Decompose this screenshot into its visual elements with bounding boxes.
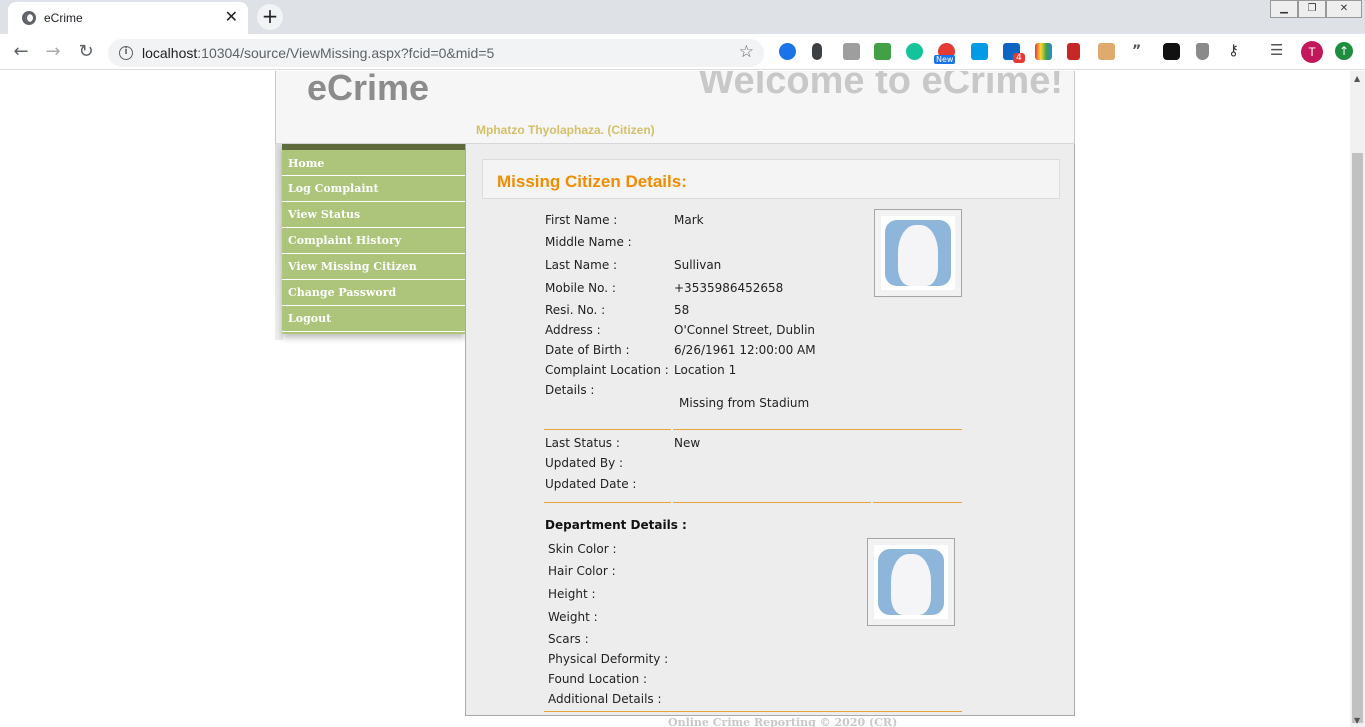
mobile-value: +3535986452658 <box>674 281 784 295</box>
url-text[interactable]: localhost:10304/source/ViewMissing.aspx?… <box>142 45 494 61</box>
site-logo: eCrime <box>307 71 430 108</box>
page-viewport: eCrime Welcome to eCrime! Mphatzo Thyola… <box>0 71 1350 727</box>
browser-tab-strip: eCrime ✕ + ▁ ❐ ✕ <box>0 0 1365 34</box>
details-label: Details : <box>545 383 595 397</box>
rocket-extension-icon[interactable] <box>779 43 796 60</box>
resi-value: 58 <box>674 303 690 317</box>
new-tab-button[interactable]: + <box>257 4 283 30</box>
side-menu: Home Log Complaint View Status Complaint… <box>282 144 465 334</box>
back-icon[interactable]: ← <box>10 41 32 63</box>
menu-complaint-history[interactable]: Complaint History <box>282 228 465 254</box>
panel-header: Missing Citizen Details: <box>482 159 1060 199</box>
first-name-value: Mark <box>674 213 704 227</box>
citizen-photo <box>874 209 962 297</box>
address-label: Address : <box>545 323 601 337</box>
silhouette-icon <box>891 554 931 615</box>
menu-change-password[interactable]: Change Password <box>282 280 465 306</box>
window-extension-icon[interactable] <box>971 43 988 60</box>
dob-value: 6/26/1961 12:00:00 AM <box>674 343 816 357</box>
tab-title: eCrime <box>44 11 83 25</box>
color-extension-icon[interactable] <box>1035 43 1052 60</box>
menu-logout[interactable]: Logout <box>282 306 465 332</box>
lock-extension-icon[interactable] <box>1163 43 1180 60</box>
menu-log-complaint[interactable]: Log Complaint <box>282 176 465 202</box>
hair-color-label: Hair Color : <box>548 564 616 578</box>
department-heading: Department Details : <box>545 518 687 532</box>
complaint-location-value: Location 1 <box>674 363 737 377</box>
shield-extension-icon[interactable] <box>843 43 860 60</box>
resi-label: Resi. No. : <box>545 303 606 317</box>
update-icon[interactable]: ↑ <box>1335 42 1353 60</box>
updated-by-label: Updated By : <box>545 456 624 470</box>
last-status-label: Last Status : <box>545 436 620 450</box>
face-extension-icon[interactable] <box>1098 43 1115 60</box>
last-status-value: New <box>674 436 701 450</box>
dob-label: Date of Birth : <box>545 343 630 357</box>
scroll-up-icon[interactable]: ▲ <box>1354 74 1360 83</box>
welcome-banner: Welcome to eCrime! <box>698 71 1063 102</box>
minimize-window-button[interactable]: ▁ <box>1270 0 1298 18</box>
reload-icon[interactable]: ↻ <box>75 41 97 63</box>
scars-label: Scars : <box>548 632 589 646</box>
divider <box>544 429 671 430</box>
additional-details-label: Additional Details : <box>548 692 662 706</box>
page-footer: Online Crime Reporting © 2020 (CR) <box>668 716 898 727</box>
printer-extension-icon[interactable] <box>874 43 891 60</box>
restore-window-button[interactable]: ❐ <box>1298 0 1326 18</box>
browser-tab[interactable]: eCrime ✕ <box>8 2 248 34</box>
count-badge: 4 <box>1013 53 1025 63</box>
first-name-label: First Name : <box>545 213 618 227</box>
department-photo <box>867 538 955 626</box>
mobile-label: Mobile No. : <box>545 281 616 295</box>
browser-toolbar: ← → ↻ i localhost:10304/source/ViewMissi… <box>0 34 1365 70</box>
skin-color-label: Skin Color : <box>548 542 617 556</box>
url-host: localhost <box>142 45 198 61</box>
new-badge: New <box>934 55 956 64</box>
bookmark-star-icon[interactable]: ☆ <box>739 42 754 62</box>
complaint-location-label: Complaint Location : <box>545 363 669 377</box>
menu-view-missing-citizen[interactable]: View Missing Citizen <box>282 254 465 280</box>
quote-extension-icon[interactable]: ” <box>1132 43 1141 59</box>
profile-avatar[interactable]: T <box>1301 41 1323 63</box>
page-scrollbar[interactable]: ▲ ▼ <box>1350 71 1365 727</box>
shield-gray-extension-icon[interactable] <box>1196 43 1209 60</box>
divider <box>544 711 962 712</box>
menu-view-status[interactable]: View Status <box>282 202 465 228</box>
height-label: Height : <box>548 587 596 601</box>
scrollbar-thumb[interactable] <box>1352 153 1363 723</box>
logged-in-user: Mphatzo Thyolaphaza. (Citizen) <box>476 123 655 137</box>
site-header: eCrime Welcome to eCrime! Mphatzo Thyola… <box>275 71 1075 144</box>
key-extension-icon[interactable]: ⚷ <box>1228 41 1239 59</box>
page-title: Missing Citizen Details: <box>497 172 687 191</box>
physical-deformity-label: Physical Deformity : <box>548 652 669 666</box>
forward-icon[interactable]: → <box>42 41 64 63</box>
mouse-extension-icon[interactable] <box>812 43 822 60</box>
address-bar[interactable]: i localhost:10304/source/ViewMissing.asp… <box>108 39 764 67</box>
grammarly-extension-icon[interactable] <box>906 43 923 60</box>
book-extension-icon[interactable] <box>1067 43 1080 60</box>
close-window-button[interactable]: ✕ <box>1326 0 1362 18</box>
middle-name-label: Middle Name : <box>545 235 632 249</box>
last-name-label: Last Name : <box>545 258 618 272</box>
close-tab-icon[interactable]: ✕ <box>225 7 238 26</box>
divider <box>544 502 671 503</box>
details-value: Missing from Stadium <box>679 396 810 410</box>
found-location-label: Found Location : <box>548 672 648 686</box>
globe-icon <box>22 11 36 25</box>
silhouette-icon <box>898 225 938 286</box>
scroll-down-icon[interactable]: ▼ <box>1354 716 1360 725</box>
divider <box>873 502 962 503</box>
updated-date-label: Updated Date : <box>545 477 637 491</box>
site-info-icon[interactable]: i <box>119 46 133 60</box>
url-path: :10304/source/ViewMissing.aspx?fcid=0&mi… <box>197 45 495 61</box>
divider <box>673 502 871 503</box>
last-name-value: Sullivan <box>674 258 722 272</box>
menu-home[interactable]: Home <box>282 144 465 176</box>
main-content: Missing Citizen Details: First Name : Ma… <box>465 144 1075 716</box>
address-value: O'Connel Street, Dublin <box>674 323 816 337</box>
divider <box>673 429 962 430</box>
weight-label: Weight : <box>548 610 598 624</box>
media-queue-icon[interactable]: ☰ <box>1270 41 1283 59</box>
